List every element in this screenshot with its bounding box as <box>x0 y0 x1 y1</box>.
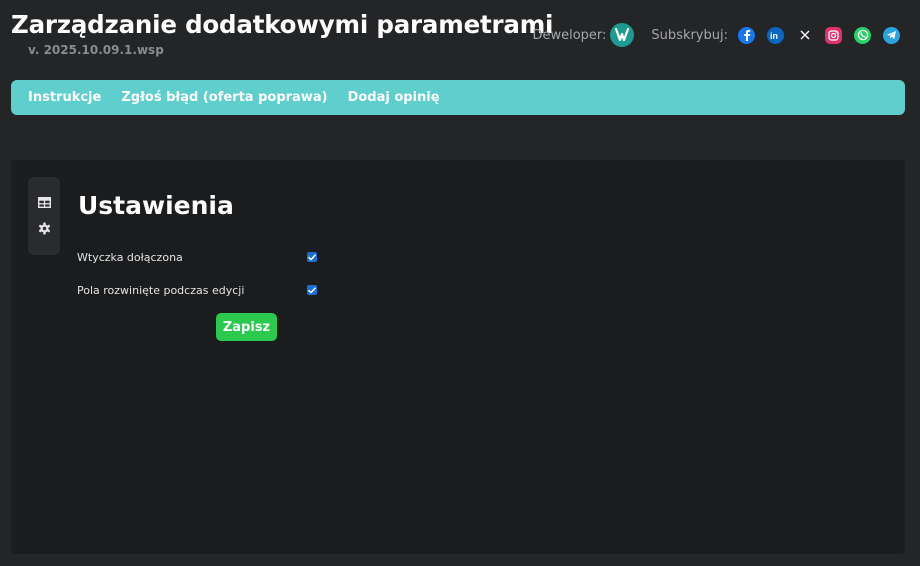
table-icon[interactable] <box>36 194 52 210</box>
fields-expanded-checkbox[interactable] <box>307 285 317 295</box>
facebook-icon[interactable] <box>738 26 755 44</box>
side-toolbar <box>28 177 60 255</box>
settings-panel: Ustawienia Wtyczka dołączona Pola rozwin… <box>11 160 905 554</box>
gear-icon[interactable] <box>36 220 52 236</box>
linkedin-icon[interactable]: in <box>767 26 784 44</box>
plugin-enabled-checkbox[interactable] <box>307 252 317 262</box>
nav-instructions[interactable]: Instrukcje <box>28 90 101 105</box>
header-links: Deweloper: Subskrybuj: in <box>532 23 900 47</box>
save-button[interactable]: Zapisz <box>216 313 277 341</box>
app-version: v. 2025.10.09.1.wsp <box>28 43 164 57</box>
app-title: Zarządzanie dodatkowymi parametrami <box>11 10 554 39</box>
setting-row-plugin-enabled: Wtyczka dołączona <box>77 249 317 265</box>
developer-logo-icon[interactable] <box>610 23 635 47</box>
top-nav-bar: Instrukcje Zgłoś błąd (oferta poprawa) D… <box>11 80 905 115</box>
x-icon[interactable] <box>796 27 813 44</box>
telegram-icon[interactable] <box>883 26 900 44</box>
developer-label: Deweloper: <box>532 27 607 43</box>
subscribe-label: Subskrybuj: <box>651 27 728 43</box>
setting-label: Pola rozwinięte podczas edycji <box>77 283 245 297</box>
section-title: Ustawienia <box>78 191 234 220</box>
nav-add-review[interactable]: Dodaj opinię <box>348 90 440 105</box>
whatsapp-icon[interactable] <box>854 26 871 44</box>
svg-text:in: in <box>770 31 778 40</box>
nav-report-bug[interactable]: Zgłoś błąd (oferta poprawa) <box>121 90 327 105</box>
setting-label: Wtyczka dołączona <box>77 250 183 264</box>
setting-row-fields-expanded: Pola rozwinięte podczas edycji <box>77 282 317 298</box>
instagram-icon[interactable] <box>825 26 842 44</box>
